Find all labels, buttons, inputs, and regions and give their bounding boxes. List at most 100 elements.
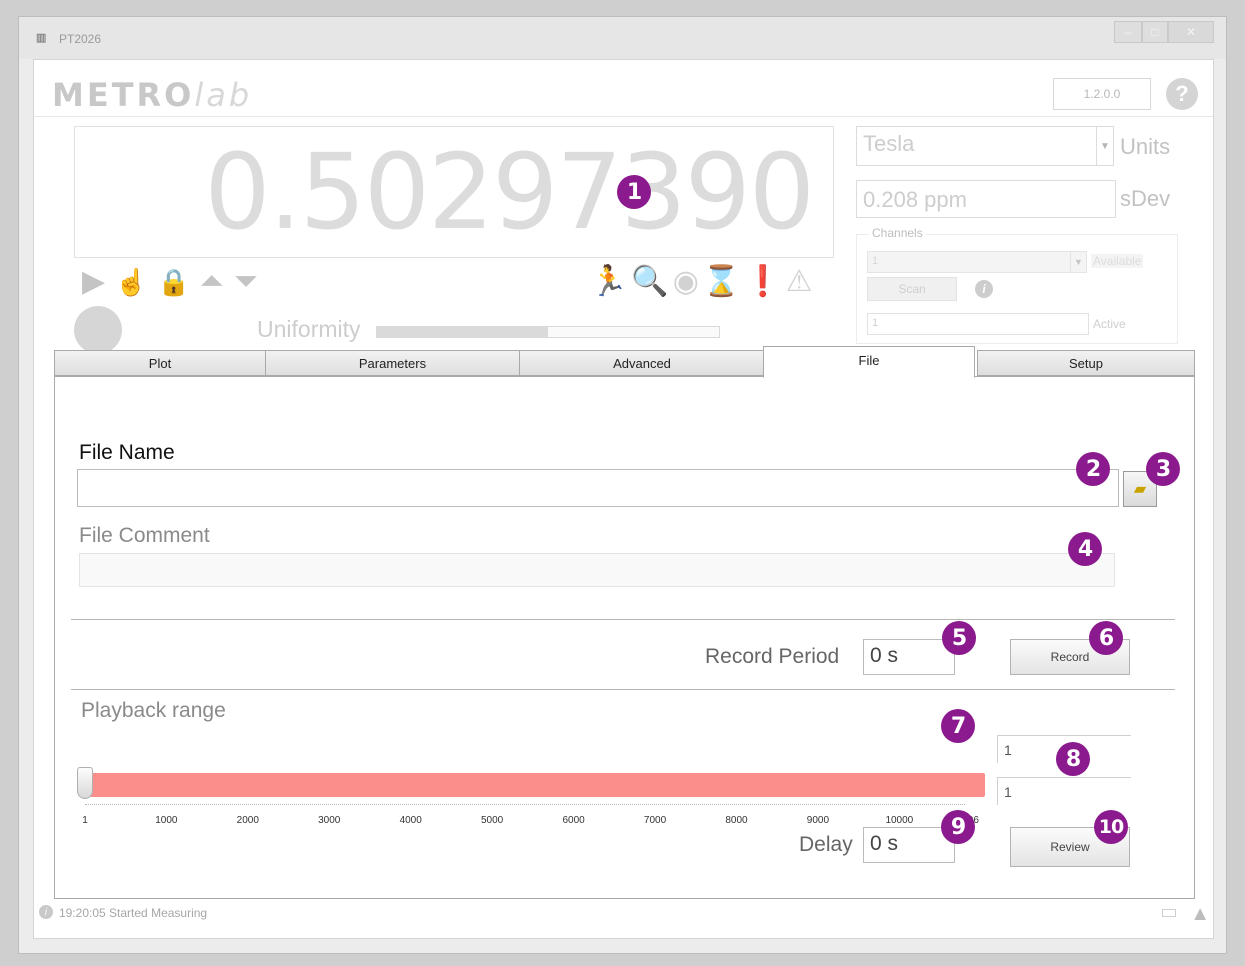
callout-marker: 9	[941, 810, 975, 844]
running-icon: 🏃	[590, 265, 628, 298]
title-bar: ▥ PT2026 ‒ □ ✕	[19, 17, 1226, 59]
range-start-value: 1	[1004, 742, 1012, 758]
playback-range-label: Playback range	[81, 699, 226, 722]
range-end-value: 1	[1004, 784, 1012, 800]
play-icon[interactable]: ▶	[82, 266, 105, 298]
delay-label: Delay	[799, 833, 853, 856]
callout-marker: 5	[942, 621, 976, 655]
close-button[interactable]: ✕	[1168, 21, 1214, 43]
callout-marker: 10	[1094, 810, 1128, 844]
playback-range-handle[interactable]	[77, 767, 93, 799]
tab-parameters[interactable]: Parameters	[265, 350, 520, 376]
channels-group: Channels 1 ▼ Available Scan i 1 Active	[856, 226, 1178, 344]
metrolab-m-icon: ▥	[36, 32, 47, 44]
record-period-label: Record Period	[705, 645, 840, 668]
file-comment-label: File Comment	[79, 524, 210, 547]
callout-marker: 7	[941, 709, 975, 743]
active-label: Active	[1093, 317, 1126, 331]
file-name-input[interactable]	[77, 469, 1119, 507]
callout-marker: 2	[1076, 452, 1110, 486]
window-title: PT2026	[59, 32, 102, 46]
tab-setup[interactable]: Setup	[977, 350, 1195, 376]
minimize-button[interactable]: ‒	[1114, 21, 1142, 43]
tab-advanced[interactable]: Advanced	[519, 350, 765, 376]
units-selected: Tesla	[863, 131, 915, 156]
tab-bar: Plot Parameters Advanced Setup	[54, 348, 1195, 378]
status-indicators: 🏃 🔍 ◉ ⌛ ❗ ⚠	[590, 266, 813, 298]
tab-file[interactable]: File	[763, 346, 975, 378]
divider	[71, 619, 1175, 620]
info-icon: i	[39, 905, 53, 919]
record-indicator[interactable]	[74, 306, 122, 354]
header-divider	[34, 116, 1213, 117]
callout-marker: 1	[617, 175, 651, 209]
lock-icon[interactable]: 🔒	[157, 266, 189, 298]
status-bar: i 19:20:05 Started Measuring ▲	[33, 901, 1214, 925]
callout-marker: 6	[1089, 621, 1123, 655]
file-tab-panel: File Name ▰ File Comment Record Period 0…	[54, 376, 1195, 899]
available-channel-value: 1	[872, 255, 879, 267]
range-end-field[interactable]: 1	[997, 777, 1131, 805]
metrolab-logo: METROlab	[52, 76, 253, 114]
tick-label: 10000	[885, 815, 914, 826]
file-name-label: File Name	[79, 441, 175, 464]
tab-plot[interactable]: Plot	[54, 350, 266, 376]
warning-icon: ⚠	[785, 265, 813, 298]
hourglass-icon: ⌛	[702, 265, 741, 298]
file-comment-input[interactable]	[79, 553, 1115, 587]
units-label: Units	[1120, 134, 1171, 159]
scan-button[interactable]: Scan	[867, 277, 957, 301]
divider	[71, 689, 1175, 690]
maximize-button[interactable]: □	[1142, 21, 1168, 43]
sdev-label: sDev	[1120, 186, 1171, 211]
tick-label: 1000	[155, 815, 178, 826]
keyboard-icon	[1162, 909, 1176, 917]
measurement-value: 0.50297390	[204, 131, 815, 253]
expand-up-icon[interactable]: ▲	[1190, 903, 1210, 926]
slider-ticks	[85, 804, 965, 810]
help-icon[interactable]: ?	[1166, 78, 1198, 110]
delay-value: 0 s	[870, 832, 899, 855]
playback-range-slider[interactable]	[79, 773, 985, 797]
tick-label: 8000	[725, 815, 748, 826]
trigger-hand-icon[interactable]: ☝	[115, 266, 147, 298]
search-up-icon[interactable]: ⏶	[200, 266, 224, 298]
available-label: Available	[1091, 254, 1144, 268]
search-down-icon[interactable]: ⏷	[234, 266, 258, 298]
app-window: ▥ PT2026 ‒ □ ✕ METROlab 1.2.0.0 ? 0.5029…	[18, 16, 1227, 954]
measurement-display: 0.50297390	[74, 126, 834, 258]
info-icon[interactable]: i	[975, 280, 993, 298]
error-icon: ❗	[744, 265, 782, 298]
tick-label: 3000	[318, 815, 341, 826]
tick-label: 6000	[562, 815, 585, 826]
magnifier-icon: 🔍	[631, 265, 669, 298]
tick-label: 7000	[643, 815, 667, 826]
tick-label: 9000	[806, 815, 830, 826]
measurement-controls: ▶ ☝ 🔒 ⏶ ⏷	[82, 266, 258, 298]
callout-marker: 3	[1146, 452, 1180, 486]
sdev-field: 0.208 ppm	[856, 180, 1116, 218]
folder-icon: ▰	[1133, 481, 1147, 498]
active-channel-field[interactable]: 1	[867, 313, 1089, 335]
sdev-value: 0.208 ppm	[863, 187, 967, 212]
chevron-down-icon[interactable]: ▼	[1070, 252, 1086, 272]
uniformity-fill	[377, 327, 548, 337]
gauge-icon: ◉	[672, 265, 699, 298]
uniformity-label: Uniformity	[257, 316, 361, 342]
callout-marker: 4	[1068, 532, 1102, 566]
window-controls: ‒ □ ✕	[1114, 21, 1214, 43]
tick-label: 1	[82, 815, 88, 826]
record-period-input[interactable]: 0 s	[863, 639, 955, 675]
active-channel-value: 1	[872, 317, 879, 329]
tick-label: 2000	[236, 815, 259, 826]
uniformity-bar	[376, 326, 720, 338]
chevron-down-icon[interactable]: ▼	[1096, 127, 1113, 165]
available-channels-select[interactable]: 1 ▼	[867, 251, 1087, 273]
units-select[interactable]: Tesla ▼	[856, 126, 1114, 166]
channels-title: Channels	[869, 226, 926, 240]
callout-marker: 8	[1056, 742, 1090, 776]
version-box: 1.2.0.0	[1053, 78, 1151, 110]
tick-label: 4000	[399, 815, 422, 826]
tick-label: 5000	[481, 815, 504, 826]
status-text: 19:20:05 Started Measuring	[59, 906, 208, 920]
